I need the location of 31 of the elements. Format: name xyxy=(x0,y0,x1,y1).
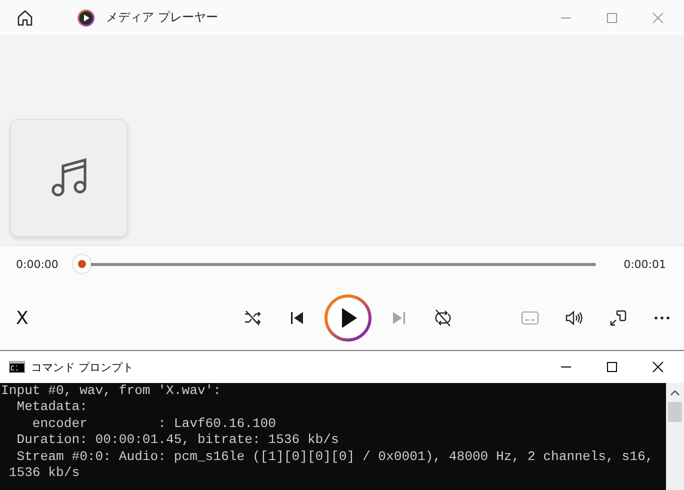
window-title: コマンド プロンプト xyxy=(31,360,134,374)
shuffle-icon xyxy=(244,310,262,326)
console-line: Input #0, wav, from 'X.wav': xyxy=(1,383,222,400)
elapsed-time: 0:00:00 xyxy=(16,258,58,270)
console-line: Duration: 00:00:01.45, bitrate: 1536 kb/s xyxy=(16,432,340,449)
play-button[interactable] xyxy=(323,293,373,343)
app-logo-icon xyxy=(77,8,95,26)
close-icon[interactable] xyxy=(652,361,664,373)
captions-icon xyxy=(521,311,539,325)
speaker-icon xyxy=(565,310,583,326)
mini-player-icon xyxy=(609,309,627,327)
console-line: 1536 kb/s xyxy=(8,465,81,482)
total-time: 0:00:01 xyxy=(624,258,666,270)
previous-icon xyxy=(289,310,305,326)
more-icon xyxy=(654,316,670,320)
console-app-icon xyxy=(9,361,25,373)
repeat-icon xyxy=(434,309,452,327)
scrollbar[interactable] xyxy=(666,383,684,490)
play-icon xyxy=(324,294,372,342)
music-note-icon xyxy=(51,158,87,198)
console-line: Metadata: xyxy=(16,399,88,416)
console-line: encoder : Lavf60.16.100 xyxy=(31,416,278,432)
maximize-icon[interactable] xyxy=(606,361,618,373)
next-icon xyxy=(391,310,407,326)
home-icon[interactable] xyxy=(16,8,34,26)
track-title: X xyxy=(16,308,28,328)
seek-thumb[interactable] xyxy=(73,255,92,273)
scrollbar-thumb[interactable] xyxy=(668,402,682,422)
console-line: Stream #0:0: Audio: pcm_s16le ([1][0][0][0] / 0x0001), 48000 Hz, 2 channels, s16, xyxy=(16,448,654,466)
scroll-up-icon[interactable] xyxy=(670,390,680,396)
window-title: メディア プレーヤー xyxy=(106,9,218,26)
